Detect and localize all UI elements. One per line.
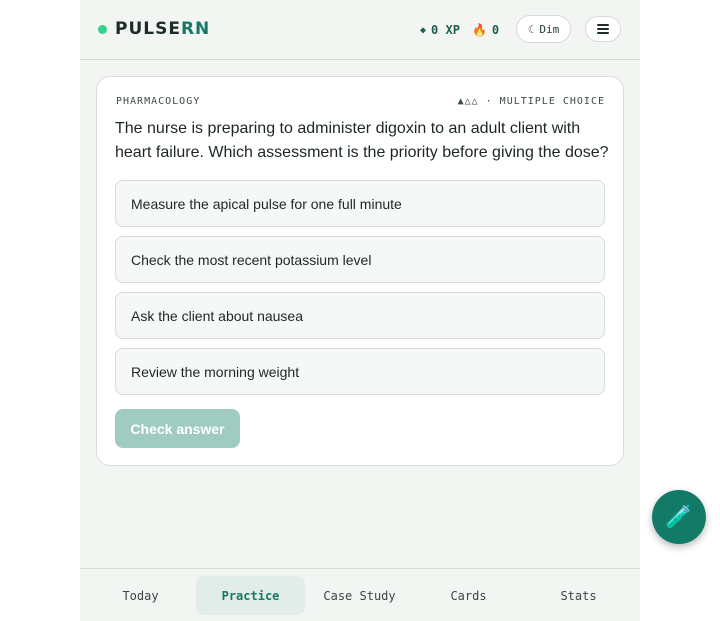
nav-tab-practice[interactable]: Practice [196,576,305,615]
diamond-icon: ◆ [420,24,427,36]
progress-stats: ◆ 0 XP 🔥 0 [420,23,499,37]
top-bar: PULSERN ◆ 0 XP 🔥 0 ☾ Dim [80,0,640,60]
streak-value: 0 [491,23,500,37]
question-card: PHARMACOLOGY ▲△△ · MULTIPLE CHOICE The n… [96,76,624,466]
nav-tab-today[interactable]: Today [86,576,195,615]
answer-option-1[interactable]: Measure the apical pulse for one full mi… [115,180,605,227]
category-label: PHARMACOLOGY [116,96,201,107]
lab-fab-button[interactable]: 🧪 [652,490,706,544]
question-text: The nurse is preparing to administer dig… [115,120,609,161]
answer-option-4[interactable]: Review the morning weight [115,348,605,395]
nav-tab-cards[interactable]: Cards [414,576,523,615]
question-meta: PHARMACOLOGY ▲△△ · MULTIPLE CHOICE [116,96,605,107]
app-shell: PULSERN ◆ 0 XP 🔥 0 ☾ Dim PHARMACOLOGY ▲△… [80,0,640,621]
xp-stat: ◆ 0 XP [420,23,460,37]
status-dot [98,24,107,34]
brand-logo: PULSERN [98,19,210,39]
difficulty-type-label: ▲△△ · MULTIPLE CHOICE [457,96,605,107]
check-answer-button[interactable]: Check answer [115,409,240,448]
moon-icon: ☾ [527,22,535,36]
answer-option-3[interactable]: Ask the client about nausea [115,292,605,339]
brand-name-accent: RN [180,19,211,39]
menu-icon [597,22,609,36]
nav-tab-stats[interactable]: Stats [524,576,633,615]
answer-option-2[interactable]: Check the most recent potassium level [115,236,605,283]
xp-value: 0 XP [431,23,460,37]
menu-button[interactable] [585,16,621,42]
streak-stat: 🔥 0 [472,23,499,37]
brand-name: PULSERN [115,19,210,39]
bottom-nav: Today Practice Case Study Cards Stats [80,568,640,621]
brand-name-main: PULSE [115,19,181,39]
dim-label: Dim [539,22,560,36]
flame-icon: 🔥 [471,23,487,37]
test-tube-icon: 🧪 [665,504,693,529]
dim-toggle-button[interactable]: ☾ Dim [516,15,571,43]
nav-tab-case-study[interactable]: Case Study [305,576,414,615]
